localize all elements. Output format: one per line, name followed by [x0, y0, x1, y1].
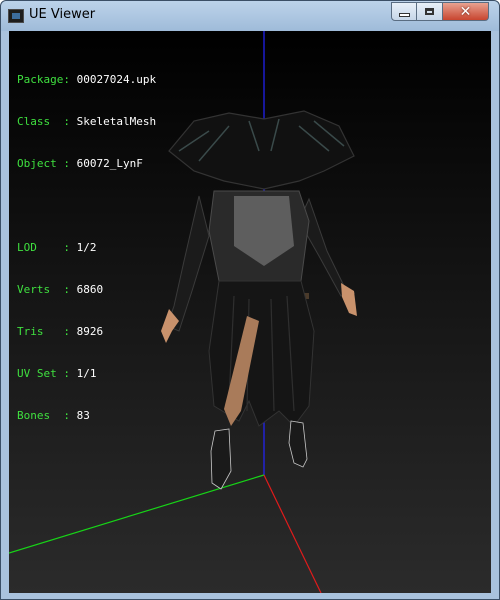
info-separator: : — [63, 73, 77, 86]
info-label: Object — [17, 157, 64, 170]
info-value: 60072_LynF — [76, 157, 143, 170]
info-separator: : — [63, 115, 77, 128]
app-window: UE Viewer ✕ Package: 00027024.upk Class … — [0, 0, 500, 600]
3d-viewport[interactable]: Package: 00027024.upk Class : SkeletalMe… — [9, 31, 491, 593]
window-title: UE Viewer — [29, 7, 96, 22]
info-value: 6860 — [76, 283, 104, 296]
info-separator: : — [63, 409, 77, 422]
info-value: SkeletalMesh — [76, 115, 157, 128]
info-row-uvset: UV Set : 1/1 — [17, 367, 156, 381]
info-row-lod: LOD : 1/2 — [17, 241, 156, 255]
minimize-icon — [398, 12, 410, 17]
info-label: Package — [17, 73, 64, 86]
info-row-tris: Tris : 8926 — [17, 325, 156, 339]
info-value: 1/2 — [76, 241, 97, 254]
title-bar[interactable]: UE Viewer ✕ — [1, 1, 499, 31]
info-row-bones: Bones : 83 — [17, 409, 156, 423]
info-value: 1/1 — [76, 367, 97, 380]
close-button[interactable]: ✕ — [443, 2, 489, 21]
info-row-class: Class : SkeletalMesh — [17, 115, 156, 129]
info-row-object: Object : 60072_LynF — [17, 157, 156, 171]
resize-grip[interactable] — [241, 593, 281, 599]
info-label: Verts — [17, 283, 64, 296]
app-icon[interactable] — [8, 9, 24, 23]
info-value: 83 — [76, 409, 90, 422]
x-axis-line — [263, 474, 322, 593]
info-label: Bones — [17, 409, 64, 422]
maximize-button[interactable] — [417, 2, 443, 21]
info-separator: : — [63, 241, 77, 254]
info-separator: : — [63, 367, 77, 380]
info-value: 00027024.upk — [76, 73, 157, 86]
info-separator: : — [63, 325, 77, 338]
info-label: UV Set — [17, 367, 64, 380]
info-separator: : — [63, 157, 77, 170]
info-label: Tris — [17, 325, 64, 338]
close-icon: ✕ — [459, 3, 472, 20]
y-axis-line — [9, 474, 265, 554]
info-row-verts: Verts : 6860 — [17, 283, 156, 297]
info-value: 8926 — [76, 325, 104, 338]
character-model — [161, 110, 357, 490]
info-row-package: Package: 00027024.upk — [17, 73, 156, 87]
info-separator: : — [63, 283, 77, 296]
info-row-spacer — [17, 199, 156, 213]
mesh-info-overlay: Package: 00027024.upk Class : SkeletalMe… — [17, 45, 156, 451]
info-label: LOD — [17, 241, 64, 254]
maximize-icon — [425, 8, 434, 15]
minimize-button[interactable] — [391, 2, 417, 21]
info-label: Class — [17, 115, 64, 128]
